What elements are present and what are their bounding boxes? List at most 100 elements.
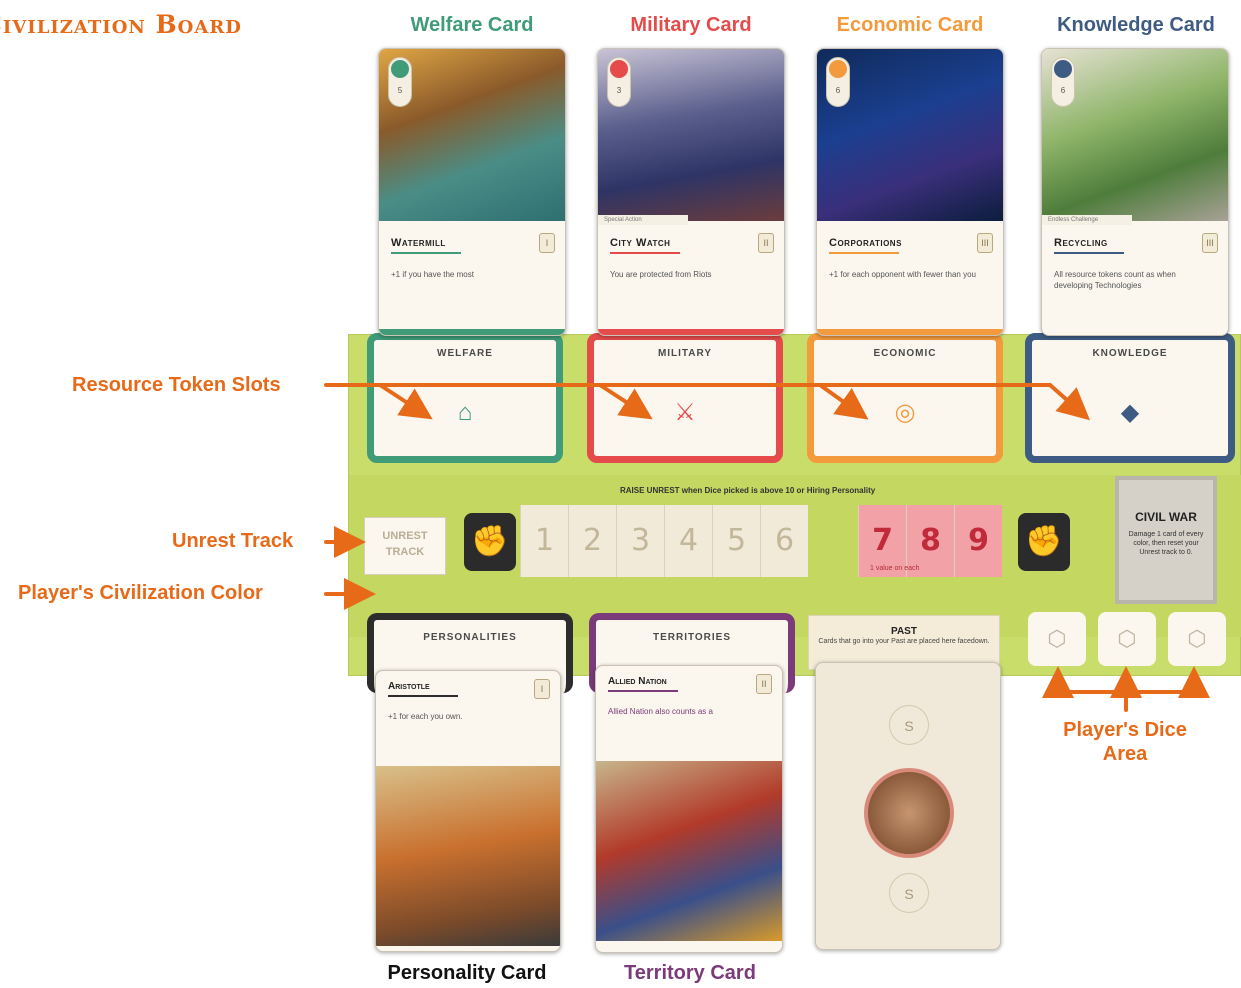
- leaf-icon: [391, 60, 409, 78]
- economic-slot-title: ECONOMIC: [873, 348, 937, 359]
- personalities-slot-title: PERSONALITIES: [423, 632, 517, 643]
- card-cost-badge: 6: [1051, 57, 1075, 107]
- welfare-slot-title: WELFARE: [437, 348, 493, 359]
- card-name-underline: [829, 252, 899, 254]
- track-cell[interactable]: 4: [664, 505, 712, 577]
- civil-war-title: CIVIL WAR: [1135, 510, 1197, 524]
- territory-card-label: Territory Card: [624, 962, 756, 984]
- past-card-back[interactable]: S S: [815, 662, 1001, 950]
- card-era: II: [756, 674, 772, 694]
- unrest-track-label: UNREST TRACK: [364, 517, 446, 575]
- callout-dice-area: Player's Dice Area: [1063, 719, 1187, 765]
- house-icon: ⌂: [457, 399, 473, 426]
- past-title: PAST: [891, 626, 917, 637]
- track-cell-hot[interactable]: 9: [954, 505, 1002, 577]
- territories-slot-title: TERRITORIES: [652, 632, 732, 643]
- track-cell[interactable]: 5: [712, 505, 760, 577]
- personality-card[interactable]: Aristotle I +1 for each you own.: [375, 670, 561, 952]
- card-name: Watermill: [391, 237, 446, 249]
- card-era: III: [977, 233, 993, 253]
- card-name: Allied Nation: [608, 676, 667, 687]
- military-slot[interactable]: MILITARY ⚔: [587, 333, 783, 463]
- unrest-track-text: UNREST TRACK: [382, 530, 428, 558]
- card-text: +1 if you have the most: [391, 270, 474, 279]
- card-era: III: [1202, 233, 1218, 253]
- dice-slot-icon[interactable]: ⬡: [1168, 612, 1226, 666]
- civil-war-text: Damage 1 card of every color, then reset…: [1128, 531, 1204, 556]
- card-cost-badge: 6: [826, 57, 850, 107]
- dice-slot-icon[interactable]: ⬡: [1098, 612, 1156, 666]
- coins-icon: [829, 60, 847, 78]
- card-era: I: [539, 233, 555, 253]
- callout-civilization-color: Player's Civilization Color: [18, 582, 263, 604]
- dice-slot-icon[interactable]: ⬡: [1028, 612, 1086, 666]
- card-cost: 5: [397, 86, 403, 95]
- civil-war-panel: CIVIL WAR Damage 1 card of every color, …: [1115, 476, 1217, 604]
- economic-slot[interactable]: ECONOMIC ◎: [807, 333, 1003, 463]
- unrest-track: ✊ 1 2 3 4 5 6 7 8 9 ✊: [458, 505, 1108, 583]
- callout-unrest-track: Unrest Track: [172, 530, 294, 552]
- book-icon: [1054, 60, 1072, 78]
- card-tag: Special Action: [598, 215, 688, 225]
- card-cost: 6: [835, 86, 841, 95]
- knowledge-card[interactable]: Endless Challenge 6 Recycling III All re…: [1041, 48, 1229, 336]
- card-cost-badge: 5: [388, 57, 412, 107]
- coins-icon: ◎: [894, 399, 916, 426]
- track-cell[interactable]: 1: [520, 505, 568, 577]
- card-era: I: [534, 679, 550, 699]
- card-text: +1 for each you own.: [388, 712, 463, 721]
- knowledge-slot[interactable]: KNOWLEDGE ◆: [1025, 333, 1235, 463]
- end-flag-icon: ✊: [1018, 513, 1070, 571]
- card-text: All resource tokens count as when develo…: [1054, 270, 1176, 290]
- card-color-strip: [598, 329, 784, 335]
- sword-icon: [610, 60, 628, 78]
- welfare-card-label: Welfare Card: [410, 14, 534, 36]
- raise-unrest-note: RAISE UNREST when Dice picked is above 1…: [620, 486, 876, 495]
- card-cost: 6: [1060, 86, 1066, 95]
- card-name: Aristotle: [388, 681, 430, 692]
- coin-top-icon: S: [889, 705, 929, 745]
- aristotle-art: [376, 766, 560, 946]
- center-medallion-icon: [864, 768, 954, 858]
- military-slot-title: MILITARY: [657, 348, 713, 359]
- card-name: Recycling: [1054, 237, 1108, 249]
- sword-icon: ⚔: [674, 399, 696, 426]
- coin-bottom-icon: S: [889, 873, 929, 913]
- allied-nation-art: [596, 761, 782, 941]
- past-text: Cards that go into your Past are placed …: [818, 638, 990, 645]
- personality-card-label: Personality Card: [387, 962, 547, 984]
- territory-card[interactable]: Allied Nation II Allied Nation also coun…: [595, 665, 783, 953]
- welfare-slot[interactable]: WELFARE ⌂: [367, 333, 563, 463]
- card-name: City Watch: [610, 237, 671, 249]
- card-cost-badge: 3: [607, 57, 631, 107]
- track-cell[interactable]: 6: [760, 505, 808, 577]
- card-name: Corporations: [829, 237, 902, 249]
- callout-resource-token-slots: Resource Token Slots: [72, 374, 281, 396]
- card-text: You are protected from Riots: [610, 270, 712, 279]
- card-name-underline: [1054, 252, 1124, 254]
- card-name-underline: [391, 252, 461, 254]
- military-card[interactable]: Special Action 3 City Watch II You are p…: [597, 48, 785, 336]
- card-color-strip: [817, 329, 1003, 335]
- card-color-strip: [379, 329, 565, 335]
- card-text: +1 for each opponent with fewer than you: [829, 270, 976, 279]
- book-icon: ◆: [1120, 399, 1140, 426]
- welfare-card[interactable]: 5 Watermill I +1 if you have the most: [378, 48, 566, 336]
- card-era: II: [758, 233, 774, 253]
- card-name-underline: [608, 690, 678, 692]
- military-card-label: Military Card: [630, 14, 752, 36]
- hot-cells-note: 1 value on each: [870, 565, 920, 572]
- knowledge-slot-title: KNOWLEDGE: [1092, 348, 1168, 359]
- card-name-underline: [610, 252, 680, 254]
- card-cost: 3: [616, 86, 622, 95]
- knowledge-card-label: Knowledge Card: [1057, 14, 1215, 36]
- card-tag: Endless Challenge: [1042, 215, 1132, 225]
- economic-card[interactable]: 6 Corporations III +1 for each opponent …: [816, 48, 1004, 336]
- page-title: Civilization Board: [0, 10, 242, 39]
- card-text: Allied Nation also counts as a: [608, 707, 713, 716]
- economic-card-label: Economic Card: [836, 14, 984, 36]
- card-name-underline: [388, 695, 458, 697]
- track-cell[interactable]: 3: [616, 505, 664, 577]
- track-cell[interactable]: 2: [568, 505, 616, 577]
- start-flag-icon: ✊: [464, 513, 516, 571]
